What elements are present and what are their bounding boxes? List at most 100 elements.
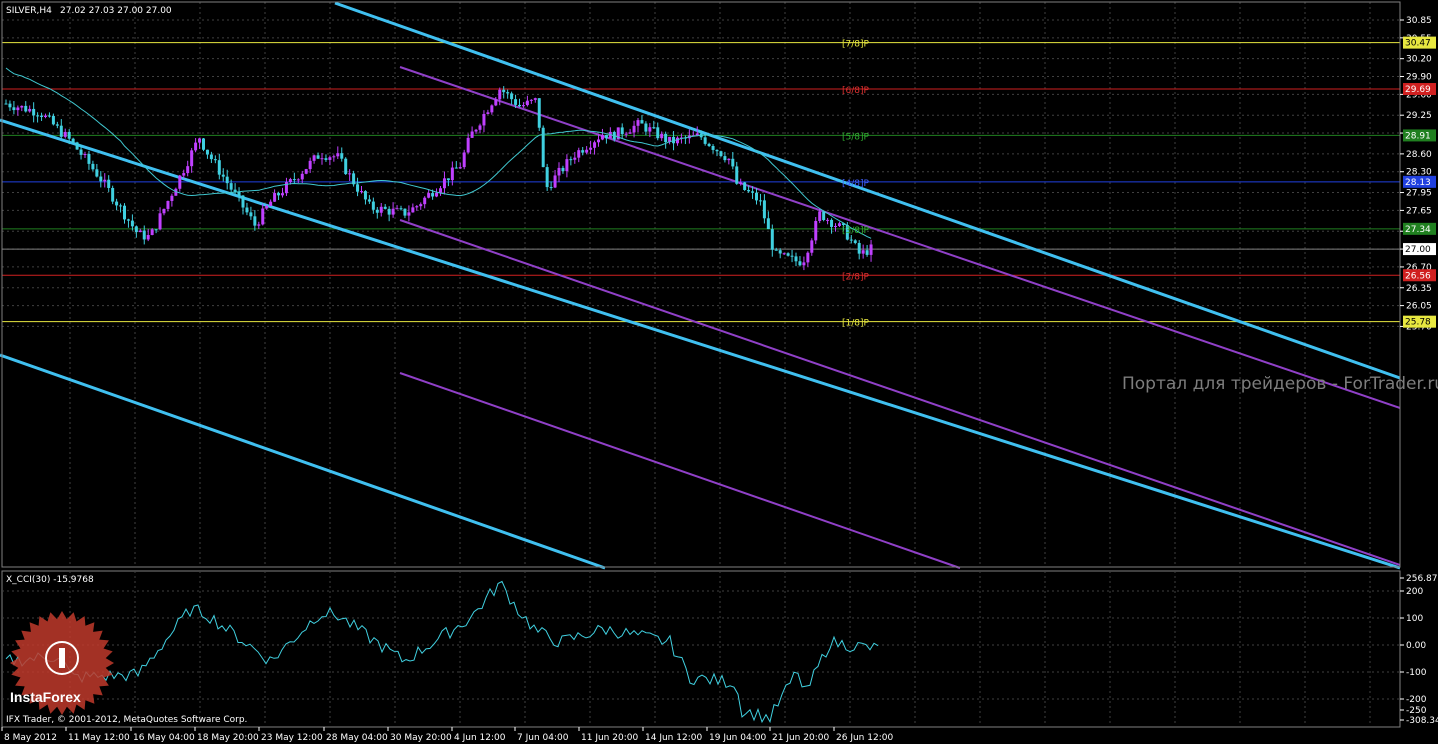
time-tick-label: 7 Jun 04:00 — [517, 733, 569, 743]
bar-body — [71, 138, 75, 143]
bar-body — [624, 133, 628, 135]
bar-body — [431, 193, 435, 197]
time-tick-label: 18 May 20:00 — [197, 733, 259, 743]
level-label: [2/8]P — [842, 272, 870, 282]
bar-body — [356, 184, 360, 192]
bar-body — [506, 92, 510, 94]
bar-body — [458, 167, 462, 169]
bar-body — [154, 229, 158, 231]
price-tick-label: 30.20 — [1406, 55, 1432, 65]
bar-body — [336, 153, 340, 157]
bar-body — [798, 261, 802, 266]
level-price-label: 26.56 — [1405, 271, 1431, 281]
bar-body — [715, 149, 719, 152]
bar-body — [134, 226, 138, 233]
bar-body — [277, 193, 281, 196]
bar-body — [786, 253, 790, 256]
bar-body — [99, 176, 103, 182]
bar-body — [387, 208, 391, 215]
bar-body — [581, 150, 585, 153]
price-tick-label: 30.85 — [1406, 16, 1432, 26]
bar-body — [837, 223, 841, 226]
bar-body — [731, 158, 735, 167]
bar-body — [40, 115, 44, 118]
bar-body — [711, 146, 715, 150]
level-price-label: 25.78 — [1405, 318, 1431, 328]
bar-body — [245, 207, 249, 213]
bar-body — [55, 124, 59, 126]
bar-body — [766, 218, 770, 230]
bar-body — [253, 216, 257, 226]
bar-body — [371, 201, 375, 210]
bar-body — [446, 178, 450, 181]
bar-body — [814, 220, 818, 241]
bar-body — [190, 150, 194, 167]
bar-body — [869, 244, 873, 255]
bar-body — [719, 151, 723, 157]
indicator-panel-frame — [1, 570, 1401, 728]
price-tick-label: 27.65 — [1406, 206, 1432, 216]
bar-body — [577, 150, 581, 158]
bar-body — [806, 252, 810, 263]
bar-body — [379, 206, 383, 213]
bar-body — [541, 127, 545, 168]
seal-tower — [59, 648, 65, 668]
bar-body — [383, 206, 387, 209]
time-tick-label: 28 May 04:00 — [326, 733, 388, 743]
bar-body — [308, 160, 312, 170]
bar-body — [142, 230, 146, 240]
bar-body — [545, 167, 549, 188]
bar-body — [853, 240, 857, 243]
bar-body — [249, 212, 253, 217]
bar-body — [367, 199, 371, 202]
cci-tick-label: -308.349 — [1406, 716, 1438, 726]
bar-body — [225, 176, 229, 184]
bar-body — [83, 154, 87, 156]
level-label: [6/8]P — [842, 86, 870, 96]
cci-tick-label: -100 — [1406, 668, 1427, 678]
bar-body — [664, 133, 668, 143]
bar-body — [32, 108, 36, 116]
level-label: [3/8]P — [842, 226, 870, 236]
bar-body — [158, 213, 162, 230]
bar-body — [525, 100, 529, 106]
bar-body — [790, 255, 794, 257]
bar-body — [514, 99, 518, 105]
bar-body — [300, 173, 304, 180]
indicator-title: X_CCI(30) -15.9768 — [6, 575, 94, 585]
chart-canvas: [7/8]P [6/8]P [5/8]P [4/8]P [3/8]P [2/8]P [1/8… — [0, 1, 1438, 743]
bar-body — [28, 108, 32, 112]
bar-body — [755, 192, 758, 201]
bar-body — [8, 103, 12, 108]
bar-body — [348, 173, 352, 175]
bar-body — [723, 156, 727, 161]
bar-body — [640, 120, 644, 124]
bar-body — [486, 112, 490, 114]
price-axis: 30.8530.5530.2029.9029.6029.2528.9528.60… — [1400, 16, 1432, 332]
bar-body — [758, 200, 762, 202]
bar-body — [20, 105, 24, 108]
bar-body — [703, 137, 707, 144]
bar-body — [261, 208, 265, 225]
bar-body — [138, 230, 142, 233]
bar-body — [648, 127, 652, 132]
bar-body — [482, 113, 486, 126]
bar-body — [229, 183, 233, 190]
bar-body — [103, 179, 107, 182]
bar-body — [257, 224, 261, 226]
bar-body — [411, 207, 415, 213]
bar-body — [794, 256, 798, 262]
bar-body — [415, 206, 419, 208]
copyright-label: IFX Trader, © 2001-2012, MetaQuotes Soft… — [6, 715, 247, 725]
bar-body — [304, 169, 308, 174]
time-tick-label: 30 May 20:00 — [390, 733, 452, 743]
bar-body — [774, 249, 778, 251]
bar-body — [63, 131, 67, 137]
cci-tick-label: 200 — [1406, 587, 1423, 597]
bar-body — [450, 167, 454, 181]
bar-body — [205, 149, 209, 155]
bar-body — [403, 208, 407, 216]
bar-body — [636, 120, 640, 126]
bar-body — [604, 134, 608, 139]
bar-body — [344, 158, 348, 175]
